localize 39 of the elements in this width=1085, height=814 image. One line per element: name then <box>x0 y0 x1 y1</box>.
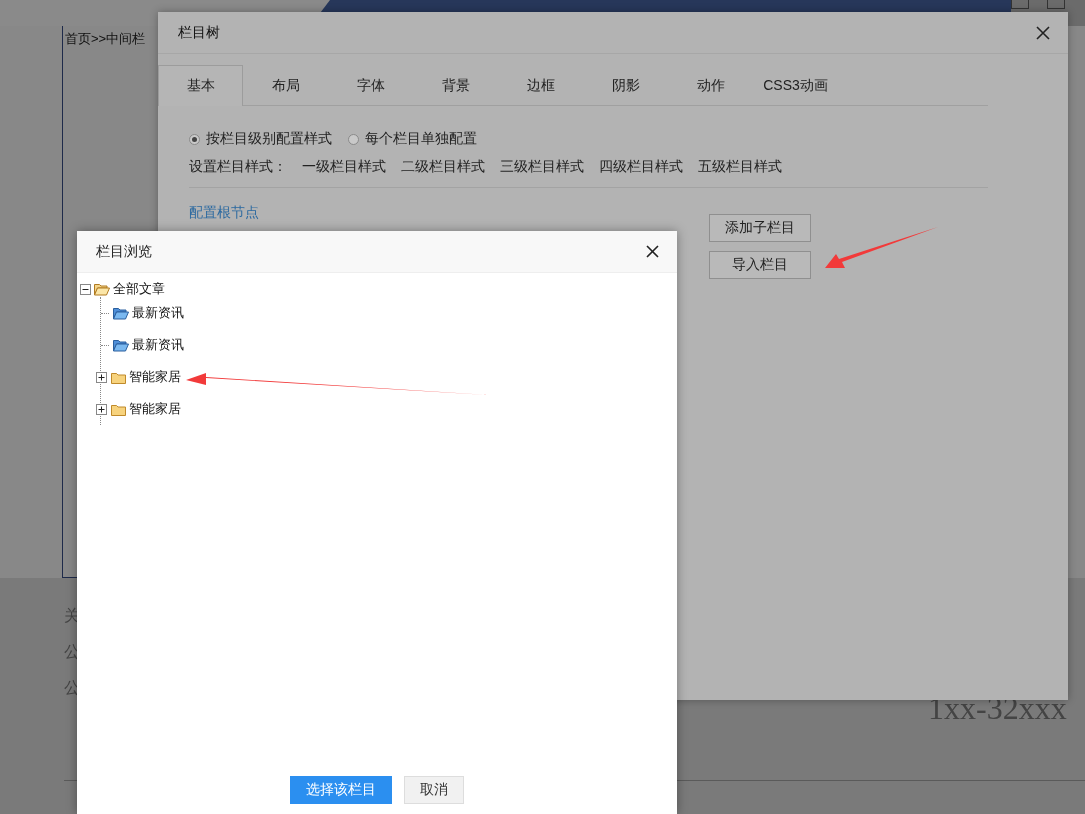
tree-item[interactable]: 智能家居 <box>129 400 181 418</box>
close-icon[interactable] <box>646 245 659 258</box>
level-style-link[interactable]: 四级栏目样式 <box>599 158 683 176</box>
radio-button[interactable] <box>189 133 200 145</box>
folder-icon <box>111 370 126 384</box>
folder-icon <box>113 338 129 352</box>
expand-icon[interactable] <box>96 371 107 383</box>
tree-item[interactable]: 最新资讯 <box>132 336 184 354</box>
field-label: 设置栏目样式： <box>189 158 287 176</box>
action-button[interactable]: 添加子栏目 <box>709 214 811 242</box>
level-style-link[interactable]: 三级栏目样式 <box>500 158 584 176</box>
tree-item[interactable]: 最新资讯 <box>132 304 184 322</box>
dialog-title: 栏目浏览 <box>96 242 152 261</box>
cancel-button[interactable]: 取消 <box>404 776 464 804</box>
action-button[interactable]: 导入栏目 <box>709 251 811 279</box>
tab[interactable]: 边框 <box>498 65 583 106</box>
radio-label[interactable]: 每个栏目单独配置 <box>365 130 477 148</box>
tab[interactable]: 背景 <box>413 65 498 106</box>
tab[interactable]: CSS3动画 <box>753 65 838 106</box>
tab[interactable]: 布局 <box>243 65 328 106</box>
level-style-link[interactable]: 一级栏目样式 <box>302 158 386 176</box>
radio-button[interactable] <box>348 133 359 145</box>
radio-label[interactable]: 按栏目级别配置样式 <box>206 130 332 148</box>
level-style-link[interactable]: 二级栏目样式 <box>401 158 485 176</box>
tab[interactable]: 阴影 <box>583 65 668 106</box>
close-icon[interactable] <box>1036 25 1050 40</box>
tree-item[interactable]: 智能家居 <box>129 368 181 386</box>
collapse-icon[interactable] <box>80 283 91 295</box>
expand-icon[interactable] <box>96 403 107 415</box>
folder-icon <box>111 402 126 416</box>
dialog-title: 栏目树 <box>178 23 220 42</box>
tab[interactable]: 字体 <box>328 65 413 106</box>
tab[interactable]: 动作 <box>668 65 753 106</box>
tree-item[interactable]: 全部文章 <box>113 280 165 298</box>
tab[interactable]: 基本 <box>158 65 243 106</box>
folder-icon <box>113 306 129 320</box>
folder-icon <box>94 282 110 296</box>
level-style-link[interactable]: 五级栏目样式 <box>698 158 782 176</box>
breadcrumb: 首页>>中间栏 <box>65 31 146 46</box>
